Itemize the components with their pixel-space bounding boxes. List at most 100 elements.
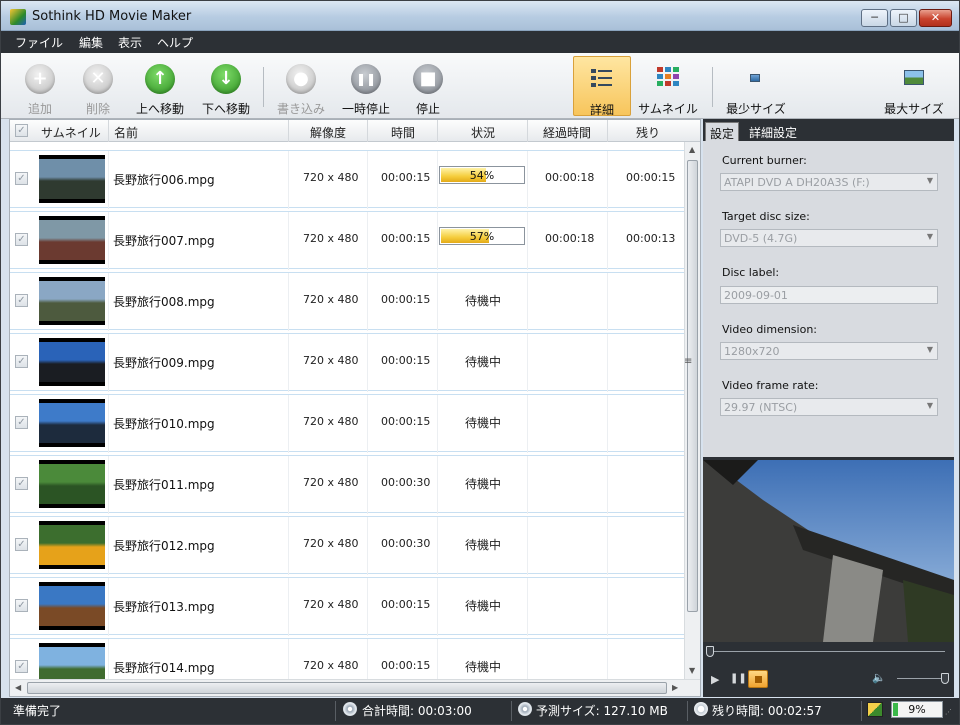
view-detail-label: 詳細 bbox=[589, 103, 614, 117]
vertical-scroll-thumb[interactable] bbox=[687, 160, 698, 612]
row-checkbox[interactable]: ✓ bbox=[15, 355, 28, 368]
menu-view[interactable]: 表示 bbox=[118, 34, 142, 51]
column-divider bbox=[607, 212, 608, 270]
row-checkbox[interactable]: ✓ bbox=[15, 660, 28, 673]
pause-icon[interactable]: ❚❚ bbox=[730, 673, 747, 684]
row-checkbox[interactable]: ✓ bbox=[15, 294, 28, 307]
row-elapsed: 00:00:18 bbox=[545, 171, 595, 184]
panel-splitter-grip-icon[interactable]: ≡ bbox=[684, 356, 694, 374]
volume-icon[interactable]: 🔈 bbox=[872, 671, 886, 684]
min-size-button[interactable]: 最少サイズ bbox=[723, 56, 789, 116]
row-checkbox[interactable]: ✓ bbox=[15, 477, 28, 490]
window-title: Sothink HD Movie Maker bbox=[32, 9, 192, 24]
table-row[interactable]: ✓ 長野旅行011.mpg 720 x 480 00:00:30 待機中 bbox=[10, 455, 684, 514]
column-divider bbox=[108, 395, 109, 453]
menu-file[interactable]: ファイル bbox=[15, 34, 63, 51]
minimize-button[interactable]: ─ bbox=[861, 9, 888, 27]
row-checkbox[interactable]: ✓ bbox=[15, 233, 28, 246]
toolbar: + 追加 ✕ 削除 ↑ 上へ移動 ↓ 下へ移動 ● 書き込み ❚❚ 一時停止 ■… bbox=[1, 53, 959, 145]
column-divider bbox=[288, 578, 289, 636]
move-down-button[interactable]: ↓ 下へ移動 bbox=[194, 57, 258, 117]
target-disc-value: DVD-5 (4.7G) bbox=[724, 232, 798, 245]
min-size-label: 最少サイズ bbox=[726, 102, 786, 116]
table-row[interactable]: ✓ 長野旅行014.mpg 720 x 480 00:00:15 待機中 bbox=[10, 638, 684, 681]
close-button[interactable]: ✕ bbox=[919, 9, 952, 27]
row-checkbox[interactable]: ✓ bbox=[15, 172, 28, 185]
current-burner-select[interactable]: ATAPI DVD A DH20A3S (F:) ▼ bbox=[720, 173, 938, 191]
column-divider bbox=[437, 151, 438, 209]
col-resolution[interactable]: 解像度 bbox=[310, 124, 346, 141]
max-size-button[interactable]: 最大サイズ bbox=[881, 56, 947, 116]
large-picture-icon bbox=[904, 70, 924, 85]
horizontal-scroll-thumb[interactable] bbox=[27, 682, 667, 694]
table-row[interactable]: ✓ 長野旅行010.mpg 720 x 480 00:00:15 待機中 bbox=[10, 394, 684, 453]
menu-help[interactable]: ヘルプ bbox=[157, 34, 193, 51]
volume-slider[interactable] bbox=[897, 678, 945, 679]
max-size-label: 最大サイズ bbox=[884, 102, 944, 116]
maximize-button[interactable]: □ bbox=[890, 9, 917, 27]
seek-handle[interactable] bbox=[706, 646, 714, 657]
target-disc-select[interactable]: DVD-5 (4.7G) ▼ bbox=[720, 229, 938, 247]
row-progress-label: 57% bbox=[469, 230, 495, 243]
disc-label-input[interactable]: 2009-09-01 bbox=[720, 286, 938, 304]
row-checkbox[interactable]: ✓ bbox=[15, 538, 28, 551]
col-remaining[interactable]: 残り bbox=[636, 124, 660, 141]
stop-button[interactable] bbox=[748, 670, 768, 688]
table-row[interactable]: ✓ 長野旅行008.mpg 720 x 480 00:00:15 待機中 bbox=[10, 272, 684, 331]
col-name[interactable]: 名前 bbox=[114, 124, 138, 141]
row-resolution: 720 x 480 bbox=[303, 232, 359, 245]
scroll-left-arrow-icon[interactable]: ◀ bbox=[15, 683, 21, 692]
scroll-down-arrow-icon[interactable]: ▼ bbox=[689, 666, 695, 675]
settings-form: Current burner: ATAPI DVD A DH20A3S (F:)… bbox=[703, 141, 954, 457]
table-row[interactable]: ✓ 長野旅行012.mpg 720 x 480 00:00:30 待機中 bbox=[10, 516, 684, 575]
col-thumbnail[interactable]: サムネイル bbox=[41, 124, 101, 141]
arrow-down-icon: ↓ bbox=[211, 64, 241, 94]
select-all-checkbox[interactable]: ✓ bbox=[15, 124, 28, 137]
table-row[interactable]: ✓ 長野旅行006.mpg 720 x 480 00:00:15 54% 00:00:18… bbox=[10, 150, 684, 209]
row-file-name: 長野旅行014.mpg bbox=[113, 661, 215, 675]
table-row[interactable]: ✓ 長野旅行009.mpg 720 x 480 00:00:15 待機中 bbox=[10, 333, 684, 392]
current-burner-label: Current burner: bbox=[722, 154, 807, 167]
row-remaining: 00:00:15 bbox=[626, 171, 676, 184]
tab-advanced-settings[interactable]: 詳細設定 bbox=[745, 122, 801, 141]
col-time[interactable]: 時間 bbox=[391, 124, 415, 141]
col-elapsed[interactable]: 経過時間 bbox=[543, 124, 591, 141]
column-divider bbox=[437, 212, 438, 270]
row-resolution: 720 x 480 bbox=[303, 659, 359, 672]
volume-handle[interactable] bbox=[941, 673, 949, 684]
title-bar[interactable]: Sothink HD Movie Maker ─ □ ✕ bbox=[1, 1, 959, 31]
row-checkbox[interactable]: ✓ bbox=[15, 599, 28, 612]
scroll-up-arrow-icon[interactable]: ▲ bbox=[689, 145, 695, 154]
column-divider bbox=[527, 517, 528, 575]
video-dimension-select[interactable]: 1280x720 ▼ bbox=[720, 342, 938, 360]
row-status: 待機中 bbox=[465, 416, 502, 430]
view-thumbnail-button[interactable]: サムネイル bbox=[635, 56, 701, 116]
row-checkbox[interactable]: ✓ bbox=[15, 416, 28, 429]
row-status: 待機中 bbox=[465, 538, 502, 552]
status-divider bbox=[511, 701, 512, 721]
scroll-right-arrow-icon[interactable]: ▶ bbox=[672, 683, 678, 692]
frame-rate-select[interactable]: 29.97 (NTSC) ▼ bbox=[720, 398, 938, 416]
table-row[interactable]: ✓ 長野旅行013.mpg 720 x 480 00:00:15 待機中 bbox=[10, 577, 684, 636]
column-divider bbox=[437, 334, 438, 392]
column-divider bbox=[288, 120, 289, 142]
row-file-name: 長野旅行009.mpg bbox=[113, 356, 215, 370]
move-up-button[interactable]: ↑ 上へ移動 bbox=[128, 57, 192, 117]
seek-bar[interactable] bbox=[708, 651, 945, 652]
column-divider bbox=[367, 151, 368, 209]
menu-edit[interactable]: 編集 bbox=[79, 34, 103, 51]
resize-grip-icon[interactable]: ⋰ bbox=[945, 708, 955, 718]
vertical-scrollbar[interactable]: ▲ ▼ bbox=[684, 142, 700, 679]
col-status[interactable]: 状況 bbox=[471, 124, 495, 141]
column-divider bbox=[367, 334, 368, 392]
row-thumbnail bbox=[39, 399, 105, 447]
horizontal-scrollbar[interactable]: ◀ ▶ bbox=[10, 679, 700, 696]
play-icon[interactable]: ▶ bbox=[711, 673, 719, 686]
stop-button[interactable]: ■ 停止 bbox=[396, 57, 460, 117]
write-button[interactable]: ● 書き込み bbox=[269, 57, 333, 117]
tab-settings[interactable]: 設定 bbox=[705, 122, 740, 141]
row-thumbnail bbox=[39, 460, 105, 508]
view-detail-button[interactable]: 詳細 bbox=[573, 56, 631, 117]
column-divider bbox=[607, 456, 608, 514]
table-row[interactable]: ✓ 長野旅行007.mpg 720 x 480 00:00:15 57% 00:00:18… bbox=[10, 211, 684, 270]
